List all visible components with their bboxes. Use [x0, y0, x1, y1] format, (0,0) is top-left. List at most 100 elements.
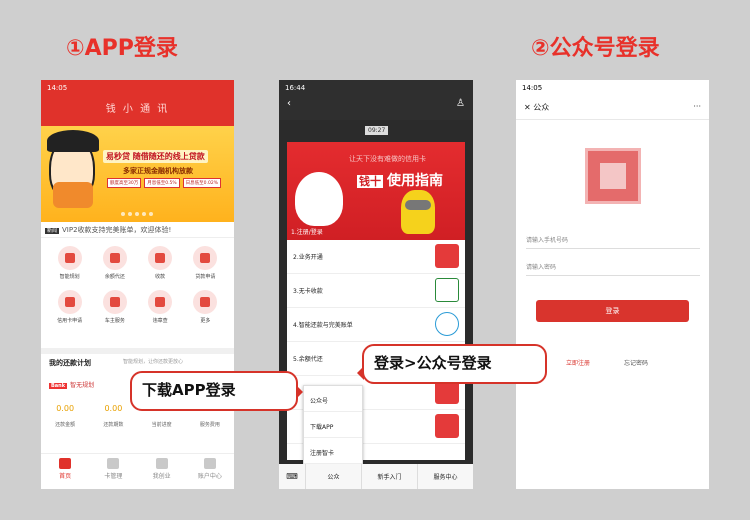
stat: 0.00 还款期数 [91, 404, 135, 428]
wechat-header: 16:44 ‹ ♙ [279, 80, 473, 120]
banner-chip: 月息低至0.5% [144, 178, 180, 188]
carousel-dot[interactable] [142, 212, 146, 216]
stat-label: 还款金额 [55, 422, 76, 428]
submenu-item-official[interactable]: 公众号 [304, 386, 362, 412]
submenu-item-register[interactable]: 注册智卡 [304, 438, 362, 464]
grid-item[interactable]: 信用卡申请 [47, 290, 92, 324]
banner-chip: 额度高至30万 [107, 178, 142, 188]
page-title: 公众 [533, 103, 550, 112]
receive-icon [148, 246, 173, 270]
tab-account[interactable]: 账户中心 [186, 454, 234, 489]
user-icon [203, 458, 216, 469]
grid-item[interactable]: 车主服务 [92, 290, 137, 324]
official-account-menu: ⌨ 公众 新手入门 服务中心 [279, 464, 473, 489]
login-button[interactable]: 登录 [536, 300, 689, 322]
promo-banner[interactable]: 易秒贷 随借随还的线上贷款 多家正规金融机构放款 额度高至30万 月息低至0.5… [41, 126, 234, 222]
wave-icon [435, 312, 459, 336]
feature-grid: 智能规划 余额代还 收款 贷款申请 信用卡申请 车主服务 违章查 更多 [47, 246, 228, 324]
row-title: 3.无卡收款 [293, 288, 323, 295]
row-title: 4.智能还款与完美账单 [293, 322, 353, 329]
grid-item[interactable]: 更多 [183, 290, 228, 324]
tab-label: 首页 [59, 473, 72, 480]
bank-entry[interactable]: Bank 智无规划 [49, 380, 94, 389]
wechat-phone-screen: 16:44 ‹ ♙ 09:27 让天下没有难做的信用卡 钱十 使用指南 1.注册/登… [279, 80, 473, 489]
poster-title: 钱十 使用指南 [357, 170, 443, 190]
tab-label: 账户中心 [197, 473, 222, 480]
menu-official[interactable]: 公众 [305, 464, 361, 489]
bottom-tab-bar: 首页 卡管理 我创业 账户中心 [41, 453, 234, 489]
credit-card-icon [57, 290, 82, 314]
grid-item[interactable]: 余额代还 [92, 246, 137, 280]
status-bar: 14:05 [516, 80, 709, 98]
keyboard-icon[interactable]: ⌨ [279, 464, 305, 489]
more-icon[interactable]: ··· [693, 102, 701, 113]
phone-input[interactable]: 请输入手机号码 [526, 227, 700, 249]
guide-poster[interactable]: 让天下没有难做的信用卡 钱十 使用指南 1.注册/登录 [287, 142, 465, 240]
submenu-item-download-app[interactable]: 下载APP [304, 412, 362, 438]
tab-cards[interactable]: 卡管理 [89, 454, 137, 489]
grid-label: 收款 [155, 274, 166, 280]
close-icon[interactable]: ✕ [524, 103, 531, 112]
password-input[interactable]: 请输入密码 [526, 254, 700, 276]
grid-label: 车主服务 [104, 318, 125, 324]
briefcase-icon [155, 458, 168, 469]
bank-label: 智无规划 [70, 382, 95, 389]
status-bar: 16:44 [279, 80, 473, 98]
grid-label: 信用卡申请 [57, 318, 83, 324]
profile-icon[interactable]: ♙ [456, 98, 465, 109]
tab-label: 卡管理 [104, 473, 123, 480]
app-header: 14:05 钱 小 通 讯 [41, 80, 234, 126]
plan-icon [57, 246, 82, 270]
grid-item[interactable]: 贷款申请 [183, 246, 228, 280]
stat: 0.00 还款金额 [43, 404, 87, 428]
minion-image [401, 190, 435, 234]
repay-plan-title: 我的还款计划 [49, 359, 91, 367]
grid-item[interactable]: 智能规划 [47, 246, 92, 280]
tab-home[interactable]: 首页 [41, 454, 89, 489]
more-icon [193, 290, 218, 314]
tab-business[interactable]: 我创业 [138, 454, 186, 489]
create-icon [435, 414, 459, 438]
forgot-password-link[interactable]: 忘记密码 [624, 358, 648, 367]
loan-icon [193, 246, 218, 270]
banner-chip: 日息低至0.02% [182, 178, 221, 188]
carousel-dot[interactable] [149, 212, 153, 216]
notice-bar[interactable]: 新闻 VIP2收款支持完美账单，欢迎体验! [41, 222, 234, 238]
status-time: 14:05 [522, 84, 543, 92]
register-link[interactable]: 立即注册 [566, 358, 590, 367]
carousel-dot[interactable] [128, 212, 132, 216]
poster-badge: 钱十 [357, 175, 383, 188]
article-row[interactable]: 4.智能还款与完美账单 [287, 308, 465, 342]
message-time: 09:27 [365, 126, 389, 135]
tab-label: 我创业 [152, 473, 171, 480]
grid-label: 违章查 [152, 318, 168, 324]
carousel-dot[interactable] [121, 212, 125, 216]
article-row[interactable]: 2.业务开通 [287, 240, 465, 274]
repay-plan-subtitle: 智能规划，让你还款更放心 [123, 359, 184, 365]
shield-icon [148, 290, 173, 314]
cartoon-kid-image [47, 130, 99, 208]
back-icon[interactable]: ‹ [287, 98, 291, 109]
mp-login-heading: ②公众号登录 [531, 36, 660, 61]
article-row[interactable]: 3.无卡收款 [287, 274, 465, 308]
carousel-dots[interactable] [121, 212, 153, 216]
bank-badge: Bank [49, 383, 68, 389]
download-app-callout: 下载APP登录 [130, 371, 303, 411]
poster-slogan: 让天下没有难做的信用卡 [349, 155, 426, 163]
tutorial-icon [435, 244, 459, 268]
stat-label: 还款期数 [103, 422, 124, 428]
carousel-dot[interactable] [135, 212, 139, 216]
menu-beginner[interactable]: 新手入门 [361, 464, 417, 489]
grid-label: 智能规划 [59, 274, 80, 280]
grid-label: 贷款申请 [195, 274, 216, 280]
app-login-heading: ①APP登录 [66, 36, 178, 61]
grid-label: 余额代还 [104, 274, 125, 280]
menu-service[interactable]: 服务中心 [417, 464, 473, 489]
grid-item[interactable]: 收款 [138, 246, 183, 280]
submenu-popup: 公众号 下载APP 注册智卡 [303, 385, 363, 465]
grid-item[interactable]: 违章查 [138, 290, 183, 324]
app-phone-screen: 14:05 钱 小 通 讯 易秒贷 随借随还的线上贷款 多家正规金融机构放款 额… [41, 80, 234, 489]
car-icon [102, 290, 127, 314]
row-title: 2.业务开通 [293, 254, 323, 261]
status-time: 16:44 [285, 84, 306, 92]
